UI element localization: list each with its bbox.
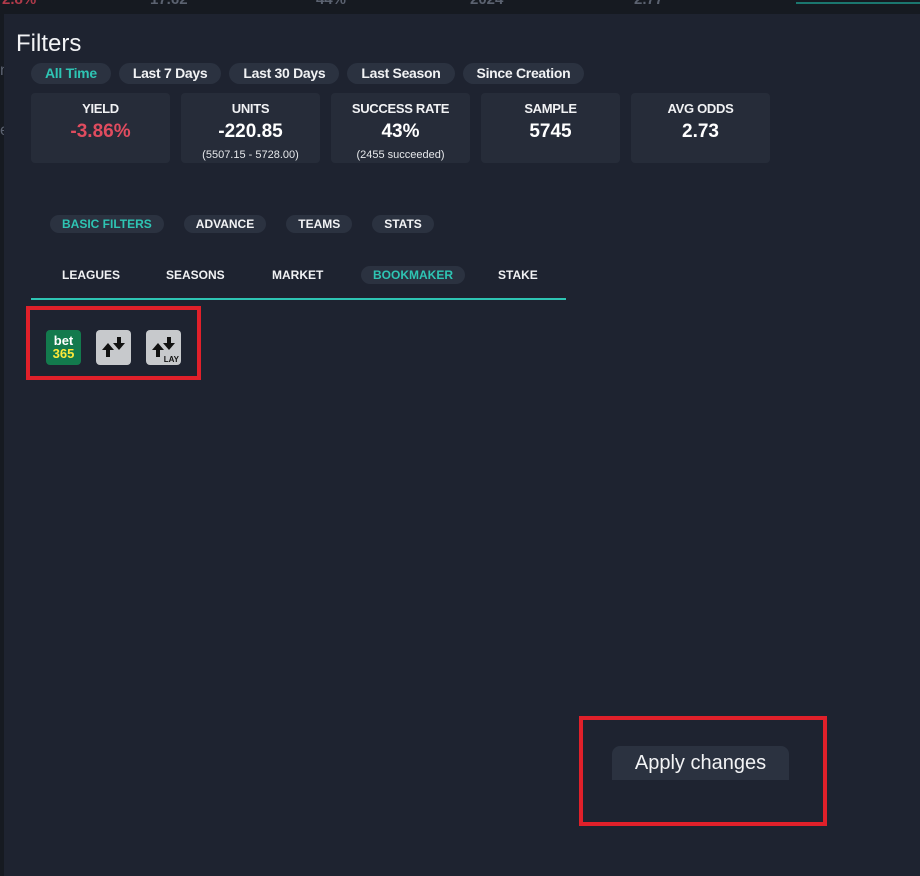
stat-label: SAMPLE <box>524 101 577 116</box>
bookmaker-list: bet 365 LAY <box>46 330 181 365</box>
background-cell: 2024 <box>470 0 503 8</box>
tab-last-season[interactable]: Last Season <box>347 63 455 84</box>
tab-stats[interactable]: STATS <box>372 215 434 233</box>
stat-subtext: (2455 succeeded) <box>356 149 445 161</box>
tab-since-creation[interactable]: Since Creation <box>462 63 585 84</box>
subtab-market[interactable]: MARKET <box>272 266 323 284</box>
subtab-leagues[interactable]: LEAGUES <box>62 266 120 284</box>
stat-subtext: (5507.15 - 5728.00) <box>202 149 299 161</box>
subtab-bookmaker[interactable]: BOOKMAKER <box>361 266 465 284</box>
stat-label: AVG ODDS <box>667 101 734 116</box>
time-range-tabs: All Time Last 7 Days Last 30 Days Last S… <box>31 63 585 84</box>
subtab-seasons[interactable]: SEASONS <box>166 266 225 284</box>
stat-value: 43% <box>381 121 420 142</box>
stat-value: -220.85 <box>218 121 283 142</box>
tab-last-7-days[interactable]: Last 7 Days <box>118 63 222 84</box>
tab-advance[interactable]: ADVANCE <box>183 215 267 233</box>
stat-card-avg-odds: AVG ODDS 2.73 <box>631 93 770 163</box>
stat-label: SUCCESS RATE <box>351 101 450 116</box>
stat-label: YIELD <box>82 101 119 116</box>
background-accent-line <box>796 2 920 4</box>
tab-teams[interactable]: TEAMS <box>286 215 353 233</box>
exchange-lay-icon[interactable]: LAY <box>146 330 181 365</box>
stat-value: 5745 <box>529 121 572 142</box>
bet365-logo-text: 365 <box>52 346 75 361</box>
background-table-row: 2.8% 17.62 44% 2024 2.77 <box>0 0 920 14</box>
stat-label: UNITS <box>231 101 270 116</box>
stat-card-yield: YIELD -3.86% <box>31 93 170 163</box>
panel-title: Filters <box>16 30 82 57</box>
background-cell: 17.62 <box>150 0 188 8</box>
stats-cards: YIELD -3.86% UNITS -220.85 (5507.15 - 57… <box>31 93 770 163</box>
exchange-arrows-icon <box>102 337 125 357</box>
background-cell: 44% <box>316 0 346 8</box>
subtab-stake[interactable]: STAKE <box>498 266 538 284</box>
tab-basic-filters[interactable]: BASIC FILTERS <box>50 215 164 233</box>
tab-last-30-days[interactable]: Last 30 Days <box>229 63 340 84</box>
exchange-back-icon[interactable] <box>96 330 131 365</box>
stat-card-sample: SAMPLE 5745 <box>481 93 620 163</box>
basic-filter-subtabs: LEAGUES SEASONS MARKET BOOKMAKER STAKE <box>31 265 566 300</box>
stat-card-units: UNITS -220.85 (5507.15 - 5728.00) <box>181 93 320 163</box>
background-cell: 2.77 <box>634 0 663 8</box>
tab-all-time[interactable]: All Time <box>31 63 111 84</box>
stat-value: -3.86% <box>70 121 131 142</box>
bet365-logo-icon[interactable]: bet 365 <box>46 330 81 365</box>
lay-tag: LAY <box>163 355 179 364</box>
background-cell: 2.8% <box>2 0 36 8</box>
stat-card-success-rate: SUCCESS RATE 43% (2455 succeeded) <box>331 93 470 163</box>
stat-value: 2.73 <box>682 121 719 142</box>
filter-category-tabs: BASIC FILTERS ADVANCE TEAMS STATS <box>50 215 454 233</box>
apply-changes-button[interactable]: Apply changes <box>612 746 789 780</box>
